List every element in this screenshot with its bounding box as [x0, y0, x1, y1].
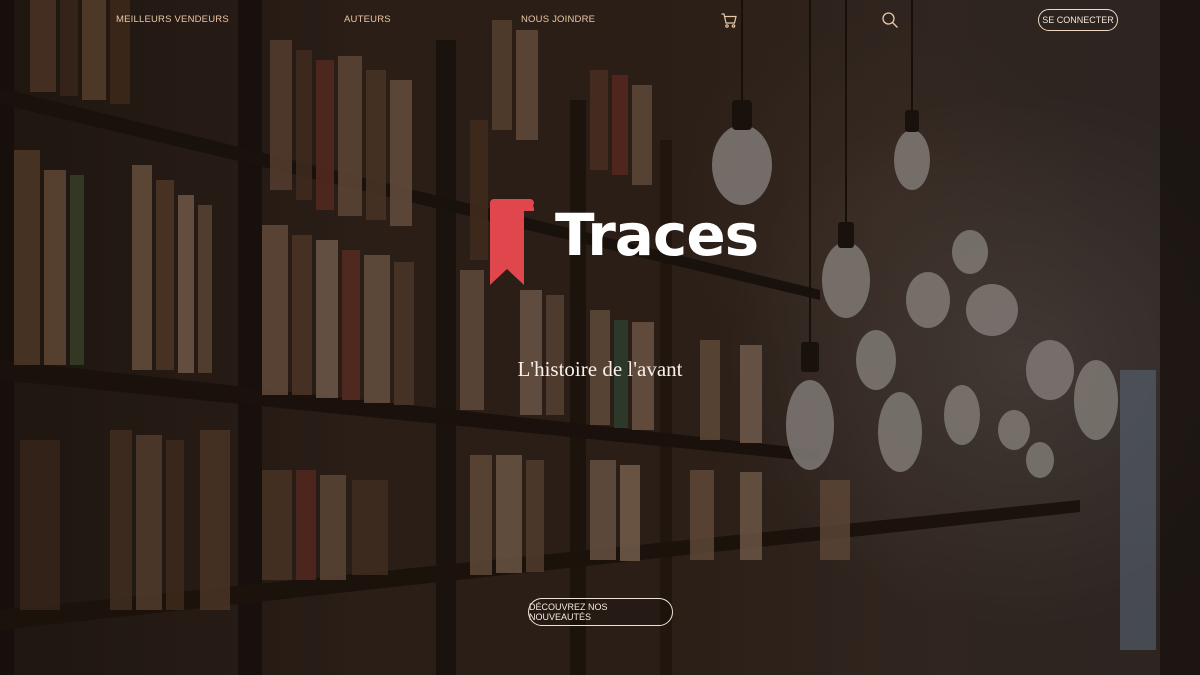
dark-overlay: [0, 0, 1200, 675]
nav-link-authors[interactable]: Auteurs: [344, 14, 391, 25]
brand-name: Traces: [555, 201, 759, 269]
bookmark-icon: [490, 199, 534, 285]
hero-section: Meilleurs vendeurs Auteurs Nous joindre …: [0, 0, 1200, 675]
login-button[interactable]: Se connecter: [1038, 9, 1118, 31]
top-navigation: Meilleurs vendeurs Auteurs Nous joindre …: [0, 0, 1200, 42]
brand-logo: Traces: [488, 195, 759, 290]
cart-icon[interactable]: [720, 11, 738, 29]
nav-link-contact[interactable]: Nous joindre: [521, 14, 595, 25]
nav-link-best-sellers[interactable]: Meilleurs vendeurs: [116, 14, 229, 25]
hero-tagline: L'histoire de l'avant: [517, 357, 683, 381]
search-icon[interactable]: [881, 11, 899, 29]
discover-new-releases-button[interactable]: Découvrez nos nouveautés: [528, 598, 673, 626]
